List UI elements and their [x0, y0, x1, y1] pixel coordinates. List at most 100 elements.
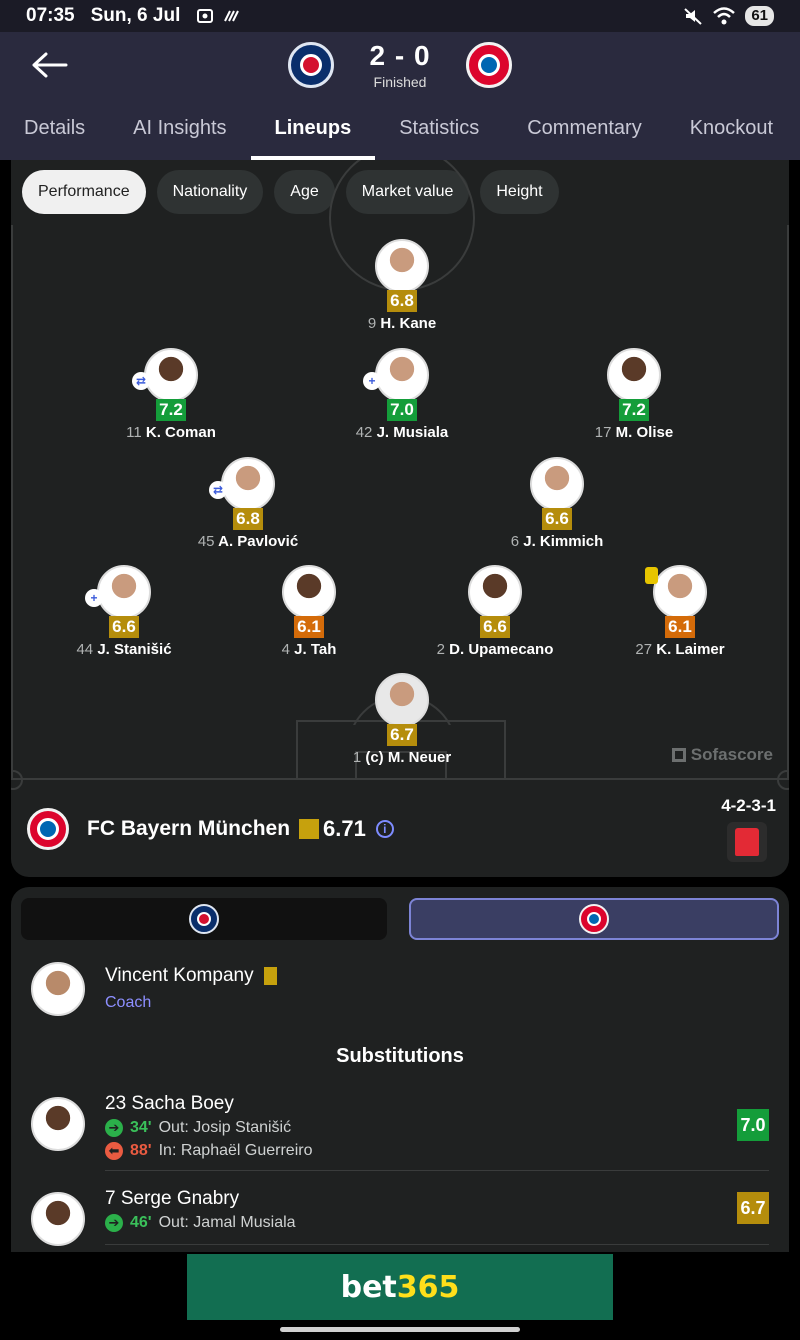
chip-nationality[interactable]: Nationality [156, 170, 264, 214]
coach-role: Coach [105, 994, 152, 1011]
sub-name: 7 Serge Gnabry [105, 1188, 240, 1209]
player-name: 2 D. Upamecano [436, 641, 554, 658]
battery-indicator: 61 [745, 6, 774, 26]
tab-commentary[interactable]: Commentary [503, 102, 665, 160]
player-pavlovic[interactable]: ⇄ 6.8 45 A. Pavlović [168, 457, 328, 550]
chip-age[interactable]: Age [274, 170, 335, 214]
player-musiala[interactable]: + 7.0 42 J. Musiala [322, 348, 482, 441]
bayern-crest-icon [27, 808, 69, 850]
player-rating: 6.6 [542, 508, 572, 530]
player-name: 9 H. Kane [367, 315, 437, 332]
tab-knockout[interactable]: Knockout [666, 102, 797, 160]
player-avatar [31, 1192, 85, 1246]
player-kane[interactable]: 6.8 9 H. Kane [322, 239, 482, 332]
player-rating: 7.2 [156, 399, 186, 421]
sub-gnabry[interactable]: 7 Serge Gnabry ➔ 46' Out: Jamal Musiala … [31, 1184, 771, 1252]
yellow-card-icon [645, 567, 658, 584]
coach-row[interactable]: Vincent Kompany Coach [31, 962, 771, 1022]
sofascore-watermark: Sofascore [671, 745, 773, 765]
player-rating: 7.2 [619, 399, 649, 421]
player-name: 17 M. Olise [594, 424, 674, 441]
injury-icon: + [363, 372, 381, 390]
lineup-card: Performance Nationality Age Market value… [11, 160, 789, 877]
bet365-ad-banner[interactable]: bet 365 [187, 1254, 613, 1320]
psg-crest-icon [189, 904, 219, 934]
injury-icon: + [85, 589, 103, 607]
player-laimer[interactable]: 6.1 27 K. Laimer [600, 565, 760, 658]
sub-rating: 6.7 [737, 1192, 769, 1224]
team-rating: 6.71 i [299, 816, 394, 842]
tab-statistics[interactable]: Statistics [375, 102, 503, 160]
sub-boey[interactable]: 23 Sacha Boey ➔ 34' Out: Josip Stanišić … [31, 1089, 771, 1169]
player-name: 6 J. Kimmich [510, 533, 604, 550]
bench-card: Vincent Kompany Coach Substitutions 23 S… [11, 887, 789, 1252]
pitch: Sofascore 6.8 9 H. Kane ⇄ 7.2 11 K. Coma… [11, 160, 789, 790]
sub-in-line: ➔ 46' Out: Jamal Musiala [105, 1214, 296, 1232]
toggle-bayern[interactable] [409, 898, 779, 940]
sofascore-logo-icon [671, 748, 686, 762]
psg-crest-icon[interactable] [288, 42, 334, 88]
sub-in-arrow-icon: ➔ [105, 1214, 123, 1232]
sub-out-line: ⬅ 88' In: Raphaël Guerreiro [105, 1142, 312, 1160]
player-avatar: + [85, 565, 151, 619]
player-coman[interactable]: ⇄ 7.2 11 K. Coman [91, 348, 251, 441]
player-stanisic[interactable]: + 6.6 44 J. Stanišić [44, 565, 204, 658]
sub-rating: 7.0 [737, 1109, 769, 1141]
filter-chips: Performance Nationality Age Market value… [22, 170, 559, 214]
substitutions-heading: Substitutions [336, 1045, 464, 1067]
tab-details[interactable]: Details [0, 102, 109, 160]
player-rating: 6.8 [233, 508, 263, 530]
player-avatar [282, 565, 336, 619]
player-avatar [375, 673, 429, 727]
tab-bar: Details AI Insights Lineups Statistics C… [0, 102, 800, 160]
player-avatar [530, 457, 584, 511]
back-arrow-icon[interactable] [30, 50, 70, 80]
sub-name: 23 Sacha Boey [105, 1093, 234, 1114]
player-avatar: + [363, 348, 429, 402]
home-indicator[interactable] [280, 1327, 520, 1332]
player-avatar: ⇄ [132, 348, 198, 402]
player-name: 4 J. Tah [281, 641, 337, 658]
sub-out-arrow-icon: ⬅ [105, 1142, 123, 1160]
player-tah[interactable]: 6.1 4 J. Tah [229, 565, 389, 658]
status-date: Sun, 6 Jul [90, 5, 181, 26]
toggle-psg[interactable] [21, 898, 387, 940]
wifi-icon [713, 7, 736, 25]
sub-in-line: ➔ 34' Out: Josip Stanišić [105, 1119, 291, 1137]
screenshot-icon [197, 9, 214, 23]
tab-ai-insights[interactable]: AI Insights [109, 102, 250, 160]
rating-square-icon [299, 819, 319, 839]
team-toggle [21, 898, 779, 940]
player-rating: 7.0 [387, 399, 417, 421]
player-kimmich[interactable]: 6.6 6 J. Kimmich [477, 457, 637, 550]
player-avatar [31, 1097, 85, 1151]
chip-performance[interactable]: Performance [22, 170, 146, 214]
coach-avatar [31, 962, 85, 1016]
substitution-icon: ⇄ [132, 372, 150, 390]
player-avatar [468, 565, 522, 619]
match-score: 2 - 0 [369, 40, 431, 71]
player-name: 1 (c) M. Neuer [352, 749, 452, 766]
player-rating: 6.7 [387, 724, 417, 746]
match-status: Finished [373, 74, 427, 90]
info-icon[interactable]: i [375, 820, 394, 838]
bayern-crest-icon[interactable] [466, 42, 512, 88]
bayern-crest-icon [579, 904, 609, 934]
chip-height[interactable]: Height [480, 170, 559, 214]
match-header: 2 - 0 Finished Details AI Insights Lineu… [0, 32, 800, 160]
shirt-icon[interactable] [727, 822, 767, 862]
tab-lineups[interactable]: Lineups [250, 102, 376, 160]
player-rating: 6.8 [387, 290, 417, 312]
player-avatar [607, 348, 661, 402]
divider [105, 1244, 769, 1245]
mute-icon [684, 8, 702, 25]
player-avatar: ⇄ [209, 457, 275, 511]
player-name: 42 J. Musiala [355, 424, 449, 441]
player-upamecano[interactable]: 6.6 2 D. Upamecano [415, 565, 575, 658]
player-name: 44 J. Stanišić [76, 641, 172, 658]
player-olise[interactable]: 7.2 17 M. Olise [554, 348, 714, 441]
scoreboard: 2 - 0 Finished [288, 40, 512, 90]
player-rating: 6.1 [294, 616, 324, 638]
player-avatar [645, 565, 707, 619]
player-neuer[interactable]: 6.7 1 (c) M. Neuer [322, 673, 482, 766]
